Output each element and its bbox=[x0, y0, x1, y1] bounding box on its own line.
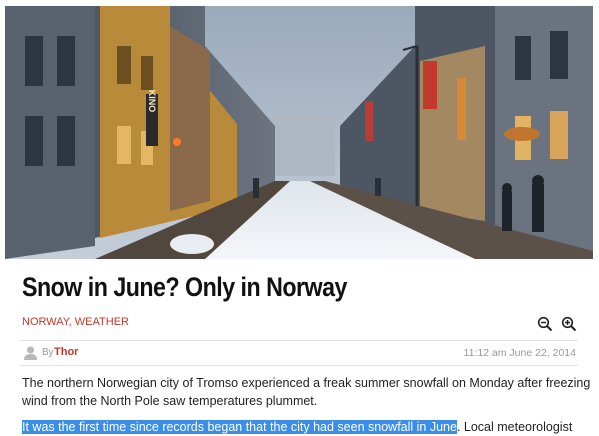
zoom-in-icon[interactable] bbox=[561, 316, 577, 332]
snowy-street-photo: KINO bbox=[5, 6, 593, 259]
article-paragraph-2: It was the first time since records bega… bbox=[22, 418, 582, 436]
category-link-norway[interactable]: NORWAY bbox=[22, 316, 69, 328]
paragraph-1-line-2: wind from the North Pole saw temperature… bbox=[22, 394, 318, 408]
kino-sign: KINO bbox=[147, 90, 157, 113]
article-page: KINO Snow in June? Only in Norway NORWAY… bbox=[0, 0, 599, 436]
article-meta: By Thor 11:12 am June 22, 2014 bbox=[20, 340, 578, 366]
user-avatar-icon bbox=[24, 346, 37, 360]
category-link-weather[interactable]: WEATHER bbox=[75, 316, 129, 328]
article-paragraph-1: The northern Norwegian city of Tromso ex… bbox=[22, 374, 590, 410]
hero-image: KINO bbox=[5, 6, 593, 259]
by-label: By bbox=[42, 347, 54, 358]
paragraph-1-line-1: The northern Norwegian city of Tromso ex… bbox=[22, 376, 591, 390]
author-link[interactable]: Thor bbox=[54, 346, 78, 358]
publish-date: 11:12 am June 22, 2014 bbox=[463, 347, 576, 359]
selected-text: It was the first time since records bega… bbox=[22, 420, 457, 434]
paragraph-2-rest: . Local meteorologist bbox=[456, 420, 573, 434]
category-links: NORWAY, WEATHER bbox=[22, 316, 129, 328]
zoom-out-icon[interactable] bbox=[537, 316, 553, 332]
article-title: Snow in June? Only in Norway bbox=[22, 272, 347, 302]
category-separator: , bbox=[68, 316, 72, 328]
